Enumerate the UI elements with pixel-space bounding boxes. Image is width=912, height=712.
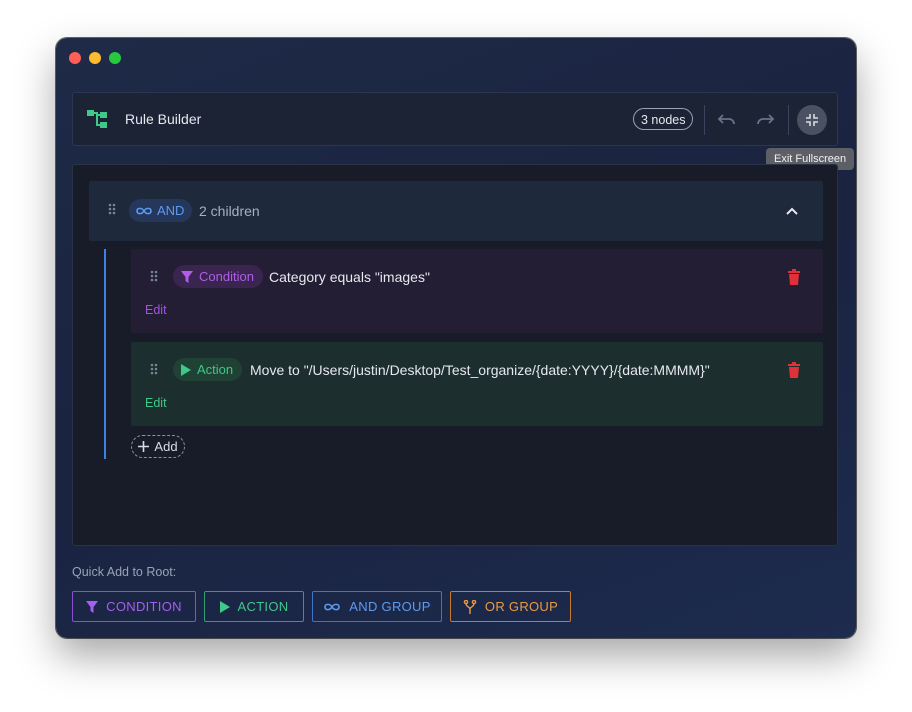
- tree-structure-icon: [87, 110, 107, 128]
- condition-type-label: Condition: [199, 269, 254, 284]
- exit-fullscreen-button[interactable]: [797, 105, 827, 135]
- play-icon: [181, 363, 191, 376]
- children-count: 2 children: [199, 203, 260, 219]
- close-window-button[interactable]: [69, 52, 81, 64]
- rule-tree-panel: AND 2 children Condition Category equals…: [72, 164, 838, 546]
- window-controls: [69, 52, 121, 64]
- and-group-row[interactable]: AND 2 children: [89, 181, 823, 241]
- action-text: Move to "/Users/justin/Desktop/Test_orga…: [250, 362, 710, 378]
- add-child-button[interactable]: Add: [131, 435, 185, 458]
- delete-icon[interactable]: [787, 269, 801, 285]
- quick-add-and-group-label: AND GROUP: [349, 599, 431, 614]
- page-title: Rule Builder: [125, 111, 202, 127]
- redo-icon: [757, 114, 775, 125]
- divider: [788, 105, 789, 135]
- quick-add-or-group-label: OR GROUP: [484, 599, 559, 614]
- app-window: Rule Builder 3 nodes Exit Fullscreen AND…: [56, 38, 856, 638]
- condition-card[interactable]: Condition Category equals "images" Edit: [131, 249, 823, 333]
- fork-icon: [463, 599, 477, 614]
- edit-action-link[interactable]: Edit: [145, 396, 167, 410]
- play-icon: [219, 600, 230, 613]
- action-card[interactable]: Action Move to "/Users/justin/Desktop/Te…: [131, 342, 823, 426]
- quick-add-or-group-button[interactable]: OR GROUP: [450, 591, 571, 622]
- quick-add-action-label: ACTION: [237, 599, 289, 614]
- edit-condition-link[interactable]: Edit: [145, 303, 167, 317]
- plus-icon: [138, 441, 150, 452]
- undo-button[interactable]: [714, 107, 740, 133]
- quick-add-condition-label: CONDITION: [106, 599, 182, 614]
- drag-handle-icon[interactable]: [150, 363, 158, 375]
- operator-label: AND: [157, 203, 185, 218]
- infinity-icon: [324, 603, 341, 610]
- condition-text: Category equals "images": [269, 269, 430, 285]
- exit-fullscreen-icon: [806, 114, 818, 126]
- chevron-up-icon[interactable]: [785, 204, 799, 218]
- divider: [704, 105, 705, 135]
- infinity-icon: [136, 207, 152, 214]
- add-label: Add: [154, 439, 178, 454]
- undo-icon: [717, 114, 735, 125]
- node-count-badge: 3 nodes: [633, 108, 694, 130]
- quick-add-action-button[interactable]: ACTION: [204, 591, 304, 622]
- zoom-window-button[interactable]: [109, 52, 121, 64]
- quick-add-label: Quick Add to Root:: [72, 565, 177, 579]
- drag-handle-icon[interactable]: [150, 270, 158, 282]
- redo-button[interactable]: [752, 107, 778, 133]
- filter-icon: [181, 270, 193, 283]
- group-connector-line: [104, 249, 106, 459]
- filter-icon: [86, 600, 99, 613]
- delete-icon[interactable]: [787, 362, 801, 378]
- rule-builder-header: Rule Builder 3 nodes: [72, 92, 838, 146]
- minimize-window-button[interactable]: [89, 52, 101, 64]
- action-type-label: Action: [197, 362, 234, 377]
- condition-type-chip: Condition: [173, 265, 263, 288]
- quick-add-and-group-button[interactable]: AND GROUP: [312, 591, 442, 622]
- action-type-chip: Action: [173, 358, 243, 381]
- drag-handle-icon[interactable]: [108, 203, 116, 215]
- quick-add-condition-button[interactable]: CONDITION: [72, 591, 196, 622]
- and-operator-chip[interactable]: AND: [129, 199, 193, 222]
